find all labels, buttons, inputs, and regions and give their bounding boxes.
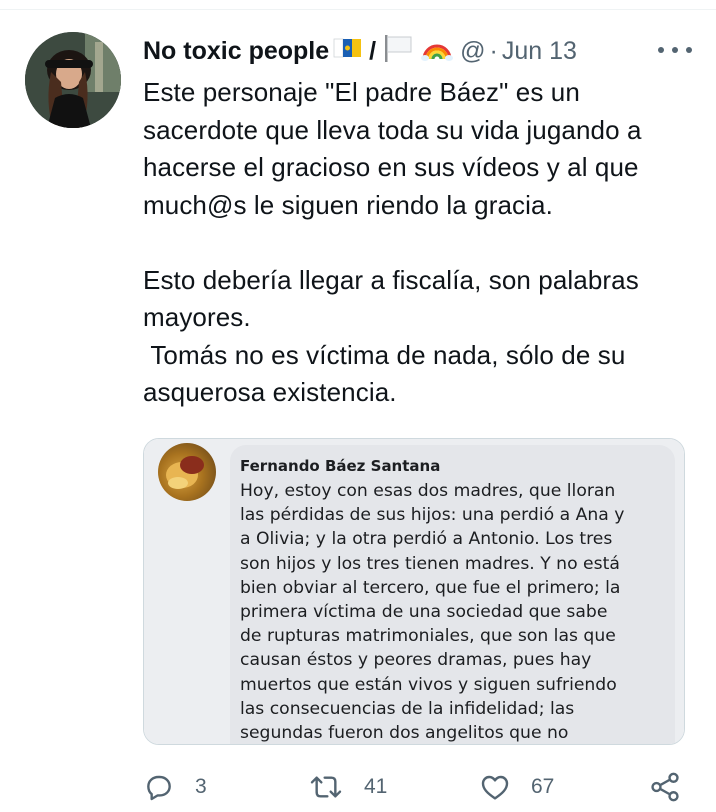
- dot-separator: ·: [489, 36, 498, 65]
- retweet-button[interactable]: 41: [308, 770, 387, 804]
- share-button[interactable]: [648, 770, 682, 804]
- like-count: 67: [531, 775, 555, 798]
- more-icon[interactable]: [658, 45, 692, 55]
- retweet-icon[interactable]: [308, 771, 344, 803]
- rainbow-icon: [420, 33, 454, 70]
- tweet-date[interactable]: Jun 13: [502, 37, 577, 66]
- avatar[interactable]: [25, 32, 121, 128]
- tweet-header: No toxic people / @ · Jun 13: [143, 32, 693, 70]
- top-divider: [0, 0, 716, 10]
- reply-icon[interactable]: [143, 771, 175, 803]
- author-handle[interactable]: @: [460, 37, 485, 66]
- author-name[interactable]: No toxic people: [143, 37, 329, 66]
- comment-text: Hoy, estoy con esas dos madres, que llor…: [240, 481, 625, 744]
- author-separator: /: [369, 36, 377, 65]
- like-button[interactable]: 67: [479, 770, 554, 804]
- heart-icon[interactable]: [479, 771, 511, 803]
- tweet[interactable]: No toxic people / @ · Jun 13 Este person…: [0, 10, 716, 812]
- reply-button[interactable]: 3: [143, 770, 207, 804]
- tweet-text: Este personaje "El padre Báez" es un sac…: [143, 77, 642, 407]
- canary-flag-icon: [333, 34, 363, 69]
- white-flag-icon: [382, 33, 414, 70]
- tweet-actions: 3 41 67: [143, 770, 693, 804]
- share-icon[interactable]: [648, 770, 682, 804]
- facebook-comment-screenshot: Fernando Báez Santana Hoy, estoy con esa…: [144, 439, 684, 744]
- tweet-media-image[interactable]: Fernando Báez Santana Hoy, estoy con esa…: [143, 438, 685, 745]
- reply-count: 3: [195, 775, 207, 798]
- commenter-name: Fernando Báez Santana: [240, 457, 441, 475]
- commenter-avatar: [158, 443, 216, 501]
- retweet-count: 41: [364, 775, 388, 798]
